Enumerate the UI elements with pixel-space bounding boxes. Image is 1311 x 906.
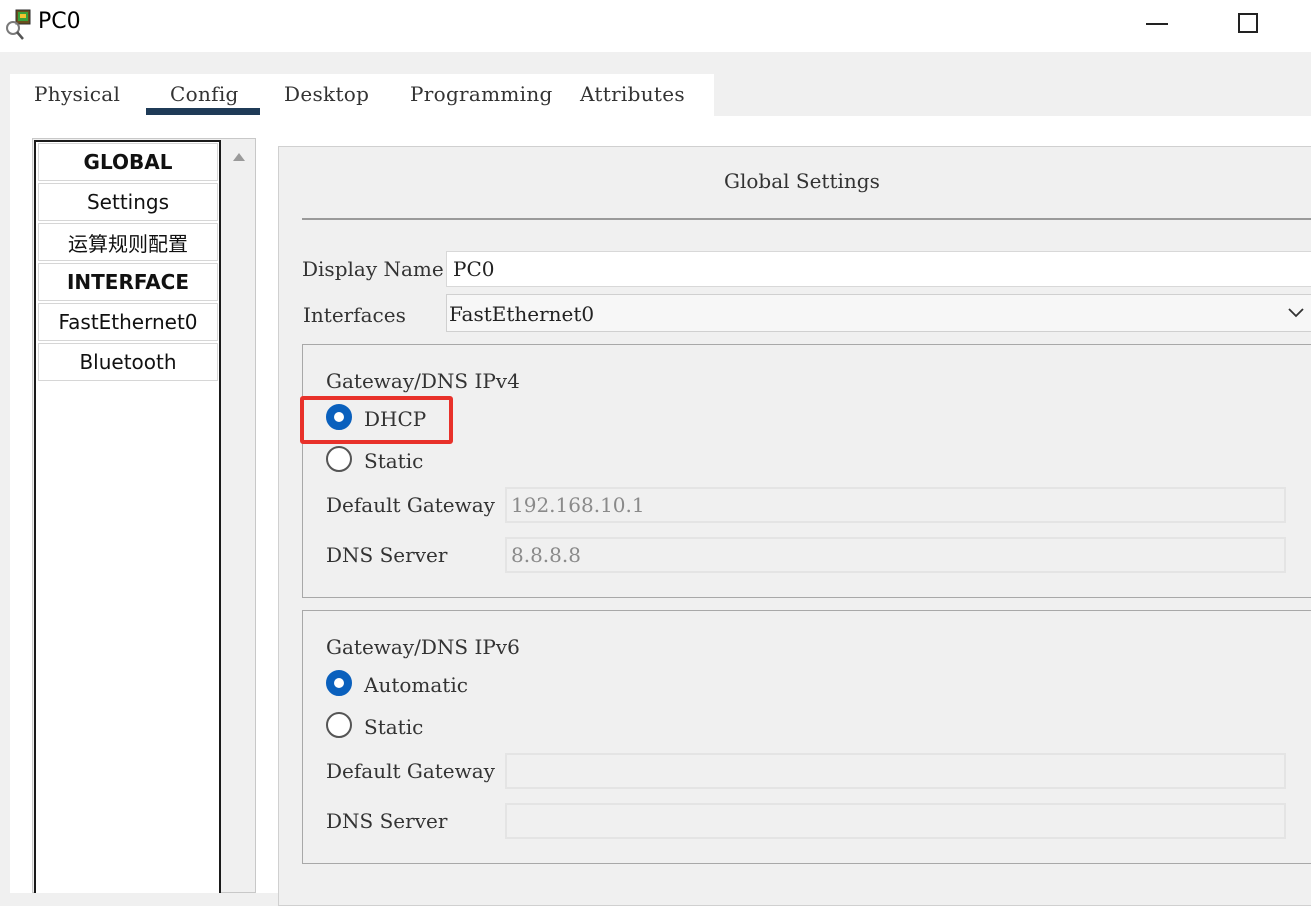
interfaces-label: Interfaces — [303, 303, 406, 327]
section-title: Global Settings — [724, 169, 880, 193]
tab-desktop[interactable]: Desktop — [284, 82, 369, 106]
ipv4-static-label[interactable]: Static — [364, 449, 423, 473]
minimize-icon[interactable] — [1146, 23, 1168, 25]
ipv4-dns-server-input — [505, 537, 1286, 573]
tab-programming[interactable]: Programming — [410, 82, 553, 106]
ipv4-default-gateway-label: Default Gateway — [326, 493, 495, 517]
ipv6-dns-server-label: DNS Server — [326, 809, 448, 833]
ipv6-static-label[interactable]: Static — [364, 715, 423, 739]
title-bar: PC0 — [0, 0, 1311, 52]
dhcp-highlight-annotation — [300, 396, 453, 444]
ipv6-automatic-label[interactable]: Automatic — [364, 673, 468, 697]
ipv6-group-title: Gateway/DNS IPv6 — [326, 635, 520, 659]
scroll-up-arrow-icon[interactable] — [233, 153, 245, 161]
sidebar-item-fastethernet0[interactable]: FastEthernet0 — [38, 303, 218, 341]
sidebar-item-settings[interactable]: Settings — [38, 183, 218, 221]
display-name-input[interactable] — [446, 251, 1311, 287]
tab-config[interactable]: Config — [170, 82, 239, 106]
ipv4-static-radio[interactable] — [326, 446, 352, 472]
interfaces-select[interactable]: FastEthernet0 — [446, 294, 1311, 332]
ipv6-static-radio[interactable] — [326, 712, 352, 738]
ipv6-default-gateway-input — [505, 753, 1286, 789]
ipv6-automatic-radio[interactable] — [326, 670, 352, 696]
maximize-icon[interactable] — [1238, 13, 1258, 33]
sidebar-item-algorithm-settings[interactable]: 运算规则配置 — [38, 223, 218, 261]
tab-attributes[interactable]: Attributes — [580, 82, 685, 106]
section-divider — [302, 218, 1311, 220]
sidebar-item-bluetooth[interactable]: Bluetooth — [38, 343, 218, 381]
tab-physical[interactable]: Physical — [34, 82, 120, 106]
tab-bar: Physical Config Desktop Programming Attr… — [10, 74, 714, 116]
sidebar-header-global: GLOBAL — [38, 143, 218, 181]
ipv4-group-title: Gateway/DNS IPv4 — [326, 369, 520, 393]
chevron-down-icon[interactable] — [1287, 306, 1305, 318]
ipv6-dns-server-input — [505, 803, 1286, 839]
ipv6-default-gateway-label: Default Gateway — [326, 759, 495, 783]
interfaces-selected-value: FastEthernet0 — [449, 302, 595, 326]
ipv4-dns-server-label: DNS Server — [326, 543, 448, 567]
display-name-label: Display Name — [302, 257, 444, 281]
sidebar-header-interface: INTERFACE — [38, 263, 218, 301]
packet-tracer-pc-icon — [6, 9, 31, 40]
window-title: PC0 — [38, 9, 81, 34]
ipv4-default-gateway-input — [505, 487, 1286, 523]
active-tab-indicator — [146, 108, 260, 115]
